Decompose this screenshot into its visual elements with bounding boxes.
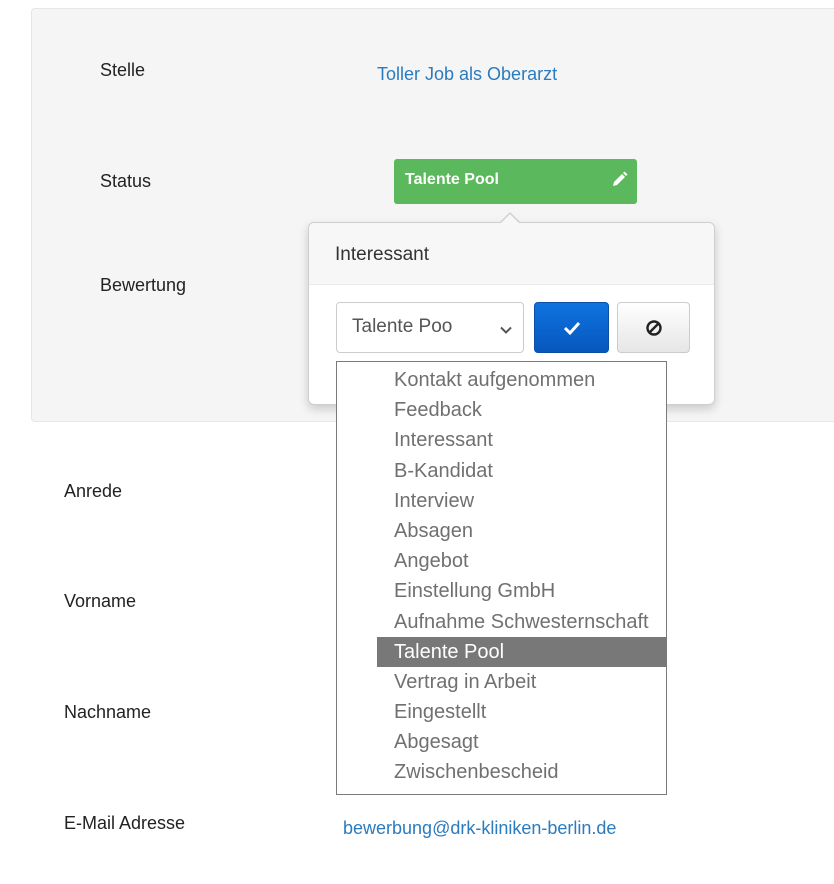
anrede-label: Anrede <box>64 481 123 501</box>
stelle-label: Stelle <box>100 60 146 80</box>
dropdown-option[interactable]: Interview <box>377 486 666 516</box>
dropdown-option[interactable]: Kontakt aufgenommen <box>377 365 666 395</box>
popover-title: Interessant <box>309 223 714 285</box>
confirm-button[interactable] <box>534 302 609 353</box>
dropdown-option[interactable]: B-Kandidat <box>377 456 666 486</box>
cancel-button[interactable] <box>617 302 690 353</box>
dropdown-option[interactable]: Zwischenbescheid <box>377 757 666 787</box>
ban-icon <box>645 319 662 336</box>
dropdown-option[interactable]: Einstellung GmbH <box>377 576 666 606</box>
dropdown-option[interactable]: Interessant <box>377 425 666 455</box>
dropdown-option[interactable]: Angebot <box>377 546 666 576</box>
status-label: Status <box>100 171 152 191</box>
nachname-label: Nachname <box>64 702 152 722</box>
bewertung-label: Bewertung <box>100 275 187 295</box>
dropdown-option[interactable]: Talente Pool <box>377 636 666 667</box>
status-badge-text: Talente Pool <box>405 171 499 188</box>
dropdown-option[interactable]: Vertrag in Arbeit <box>377 667 666 697</box>
status-badge[interactable]: Talente Pool <box>394 159 637 204</box>
stelle-link[interactable]: Toller Job als Oberarzt <box>377 64 557 85</box>
status-select[interactable]: Talente Poo <box>336 302 524 353</box>
chevron-down-icon <box>499 321 513 335</box>
dropdown-option[interactable]: Absagen <box>377 516 666 546</box>
email-link[interactable]: bewerbung@drk-kliniken-berlin.de <box>343 818 616 839</box>
dropdown-option[interactable]: Abgesagt <box>377 727 666 757</box>
email-label: E-Mail Adresse <box>64 813 186 833</box>
dropdown-option[interactable]: Aufnahme Schwesternschaft <box>377 607 666 637</box>
dropdown-option[interactable]: Eingestellt <box>377 697 666 727</box>
status-dropdown-list[interactable]: Kontakt aufgenommen Feedback Interessant B-… <box>336 361 667 795</box>
pencil-icon <box>609 170 629 190</box>
status-select-value: Talente Poo <box>352 316 453 337</box>
checkmark-icon <box>563 321 580 335</box>
vorname-label: Vorname <box>64 591 137 611</box>
application-detail-page: Stelle Toller Job als Oberarzt Status Ta… <box>0 0 834 884</box>
dropdown-option[interactable]: Feedback <box>377 395 666 425</box>
